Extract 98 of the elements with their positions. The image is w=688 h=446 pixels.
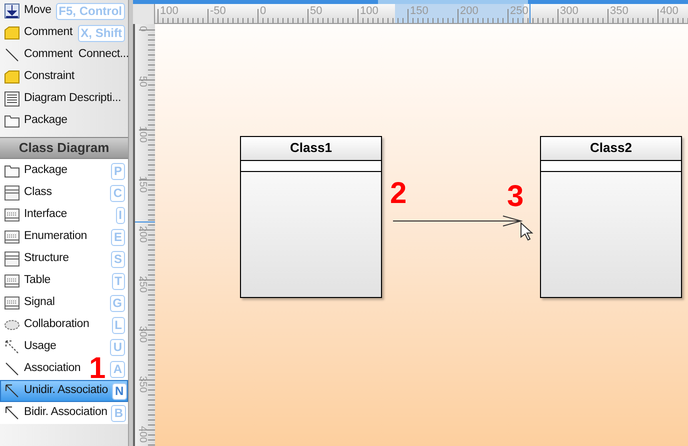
item-label: Package [24,163,68,178]
ellipse-icon [4,317,20,333]
ruler-label: 0 [260,5,266,17]
shortcut-badge: X, Shift [78,24,125,42]
ruler-label: 150 [410,5,428,17]
item-label: Class [24,185,52,200]
item-label: Table [24,273,50,288]
item-label: Move [24,3,52,18]
toolbox-item[interactable]: Diagram Descripti... [0,88,128,110]
shortcut-badge: S [110,250,125,268]
step-number: 1 [89,357,106,381]
splitter-bar[interactable] [128,0,133,446]
ruler-label: 400 [660,5,678,17]
note-icon [4,69,20,85]
toolbox-item[interactable]: Constraint [0,66,128,88]
shortcut-badge: I [116,206,125,224]
toolbox-item[interactable]: Move F5, Control [0,0,128,22]
ruler-label: 0 [136,26,148,32]
shortcut-badge: N [112,382,127,400]
step-number: 2 [390,182,407,206]
item-label: Structure [24,251,69,266]
shortcut-badge: C [110,184,125,202]
ruler-label: 50 [136,76,148,88]
stereotype-icon [4,207,20,223]
document-icon [4,91,20,107]
item-label: Interface [24,207,67,222]
shortcut-badge: T [112,272,125,290]
shortcut-badge: A [110,360,125,378]
toolbox-item[interactable]: Table T [0,270,128,292]
stereotype-icon [4,229,20,245]
stereotype-icon [4,273,20,289]
toolbox-item[interactable]: Structure S [0,248,128,270]
toolbox-item[interactable]: Collaboration L [0,314,128,336]
step-number: 3 [507,185,524,209]
toolbox-item[interactable]: Interface I [0,204,128,226]
shortcut-badge: P [110,162,125,180]
line-icon [4,361,20,377]
item-label: Comment Connect... [24,47,128,62]
toolbox-item[interactable]: Enumeration E [0,226,128,248]
ruler-label: 250 [136,276,148,293]
item-label: Enumeration [24,229,88,244]
toolbox-item[interactable]: Usage U [0,336,128,358]
item-label: Diagram Descripti... [24,91,121,106]
ruler-label: 350 [610,5,628,17]
ruler-label: 300 [136,326,148,343]
toolbox-item[interactable]: Bidir. Association B [0,402,128,424]
item-label: Collaboration [24,317,90,332]
class-icon [4,185,20,201]
shortcut-badge: G [110,294,125,312]
note-icon [4,25,20,41]
shortcut-badge: F5, Control [56,2,125,20]
shortcut-badge: B [111,404,126,422]
ruler-label: 150 [136,176,148,193]
arrow-icon [4,383,20,399]
ruler-label: 100 [160,5,178,17]
ruler-label: 200 [460,5,478,17]
item-label: Signal [24,295,55,310]
toolbox-item[interactable]: Signal G [0,292,128,314]
move-icon [4,3,20,19]
section-header[interactable]: Class Diagram [0,137,128,159]
folder-icon [4,113,20,129]
item-label: Bidir. Association [24,405,108,420]
shortcut-badge: E [110,228,125,246]
class-name: Class2 [541,137,681,161]
shortcut-badge: L [112,316,125,334]
class-box[interactable]: Class1 [240,136,382,298]
toolbox-item[interactable]: Association 1 A [0,358,128,380]
ruler-label: -50 [210,5,226,17]
ruler-label: 100 [360,5,378,17]
arrow-icon [4,405,20,421]
ruler-label: 50 [310,5,322,17]
line-icon [4,47,20,63]
item-label: Usage [24,339,56,354]
toolbox-item[interactable]: Package P [0,160,128,182]
folder-icon [4,163,20,179]
class-box[interactable]: Class2 [540,136,682,298]
item-label: Unidir. Associatio [24,383,108,398]
item-label: Constraint [24,69,74,84]
ruler-label: 300 [560,5,578,17]
toolbox-item[interactable]: Package [0,110,128,132]
class-name: Class1 [241,137,381,161]
ruler-label: 350 [136,376,148,393]
toolbox-item[interactable]: Unidir. Associatio N [0,380,128,402]
shortcut-badge: U [110,338,125,356]
toolbox-item[interactable]: Comment X, Shift [0,22,128,44]
item-label: Package [24,113,68,128]
mouse-cursor-icon [520,222,534,242]
class-icon [4,251,20,267]
dashed-arrow-icon [4,339,20,355]
toolbox-item[interactable]: Comment Connect... [0,44,128,66]
ruler-label: 200 [136,226,148,243]
item-label: Comment [24,25,72,40]
ruler-label: 100 [136,126,148,143]
toolbox-item[interactable]: Class C [0,182,128,204]
item-label: Association [24,361,81,376]
ruler-label: 250 [510,5,528,17]
stereotype-icon [4,295,20,311]
ruler-label: 400 [136,426,148,443]
